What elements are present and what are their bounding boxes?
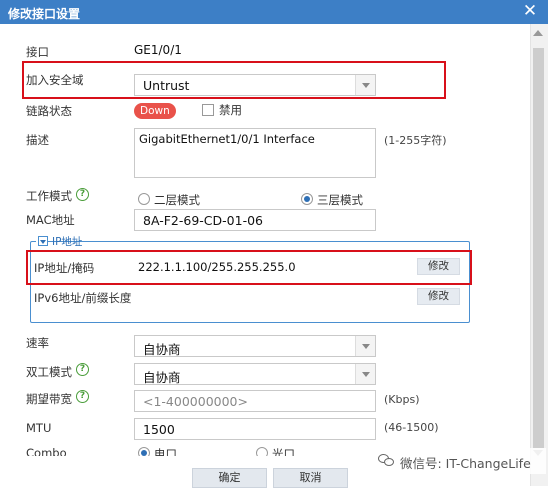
help-icon[interactable]: ? [76,390,89,403]
speed-value: 自协商 [143,342,181,357]
duplex-label: 双工模式 [26,365,72,379]
watermark: 微信号: IT-ChangeLife [356,448,546,474]
security-zone-label: 加入安全域 [26,73,84,87]
bandwidth-placeholder: <1-400000000> [143,394,248,409]
mtu-input[interactable]: 1500 [134,418,376,440]
bandwidth-hint: (Kbps) [384,393,420,406]
mac-input[interactable]: 8A-F2-69-CD-01-06 [134,209,376,231]
l3-mode-label: 三层模式 [317,193,363,207]
duplex-value: 自协商 [143,370,181,385]
interface-value: GE1/0/1 [134,43,182,57]
chevron-down-icon[interactable] [355,336,375,356]
ipv6-label: IPv6地址/前缀长度 [34,291,132,305]
link-status-badge: Down [134,103,176,119]
l2-mode-label: 二层模式 [154,193,200,207]
mtu-value: 1500 [143,422,175,437]
ip-section-title: IP地址 [52,236,83,248]
edit-ipv4-button[interactable]: 修改 [417,258,460,275]
cancel-button[interactable]: 取消 [273,468,348,488]
mac-label: MAC地址 [26,213,75,227]
mtu-label: MTU [26,421,52,435]
ipv4-value: 222.1.1.100/255.255.255.0 [138,260,296,274]
collapse-icon[interactable] [38,236,48,246]
watermark-text: 微信号: IT-ChangeLife [400,456,531,471]
wechat-icon [378,454,396,468]
edit-ipv6-button[interactable]: 修改 [417,288,460,305]
chevron-down-icon[interactable] [355,364,375,384]
work-mode-label: 工作模式 [26,189,72,203]
mac-value: 8A-F2-69-CD-01-06 [143,213,263,228]
combo-copper-radio[interactable] [138,447,150,456]
scroll-up-icon[interactable] [533,30,543,36]
dialog-title: 修改接口设置 [8,7,81,21]
mtu-hint: (46-1500) [384,421,439,434]
l3-mode-radio[interactable] [301,193,313,205]
combo-copper-label: 电口 [154,447,177,456]
help-icon[interactable]: ? [76,188,89,201]
l2-mode-radio[interactable] [138,193,150,205]
combo-fiber-label: 光口 [272,447,295,456]
speed-label: 速率 [26,336,49,350]
bandwidth-input[interactable]: <1-400000000> [134,390,376,412]
chevron-down-icon[interactable] [355,75,375,95]
combo-fiber-radio[interactable] [256,447,268,456]
security-zone-value: Untrust [143,78,190,93]
combo-label: Combo [26,446,67,456]
disable-checkbox[interactable] [202,104,214,116]
bandwidth-label: 期望带宽 [26,392,72,406]
scrollbar-thumb[interactable] [533,48,544,448]
ip-section-legend[interactable]: IP地址 [36,234,82,248]
help-icon[interactable]: ? [76,363,89,376]
disable-label: 禁用 [219,103,242,117]
duplex-select[interactable]: 自协商 [134,363,376,385]
description-label: 描述 [26,133,49,147]
close-icon[interactable]: ✕ [522,2,538,20]
link-status-label: 链路状态 [26,104,72,118]
description-hint: (1-255字符) [384,134,447,147]
ipv4-label: IP地址/掩码 [34,261,95,275]
description-textarea[interactable]: GigabitEthernet1/0/1 Interface [134,128,376,178]
dialog-titlebar [0,0,548,24]
speed-select[interactable]: 自协商 [134,335,376,357]
interface-label: 接口 [26,45,49,59]
description-value: GigabitEthernet1/0/1 Interface [139,132,315,146]
ok-button[interactable]: 确定 [192,468,267,488]
security-zone-select[interactable]: Untrust [134,74,376,96]
